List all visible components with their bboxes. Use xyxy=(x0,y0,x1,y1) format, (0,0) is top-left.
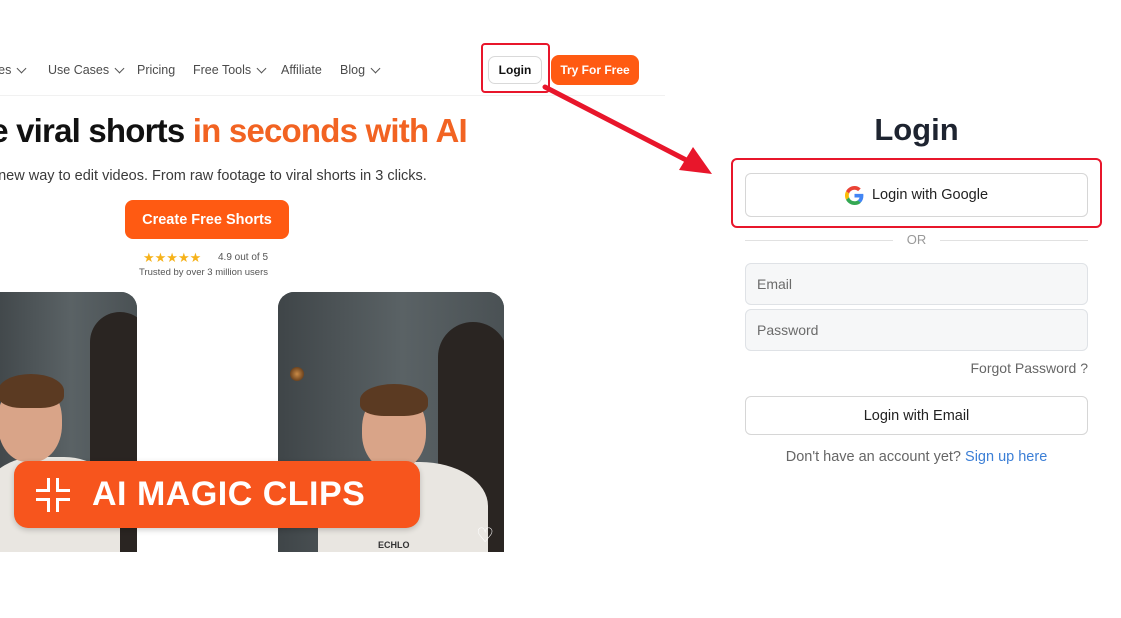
sign-up-link[interactable]: Sign up here xyxy=(965,449,1047,465)
divider-line xyxy=(940,240,1088,241)
google-logo-icon xyxy=(844,185,864,205)
forgot-password-link[interactable]: Forgot Password ? xyxy=(971,360,1089,376)
login-title: Login xyxy=(874,112,959,147)
or-divider: OR xyxy=(745,232,1088,248)
login-with-google-label: Login with Google xyxy=(871,187,989,203)
signup-prompt: Don't have an account yet? Sign up here xyxy=(745,449,1088,465)
login-with-google-button[interactable]: Login with Google xyxy=(745,173,1088,217)
email-input[interactable] xyxy=(745,263,1088,305)
password-input[interactable] xyxy=(745,309,1088,351)
signup-prompt-text: Don't have an account yet? xyxy=(785,449,961,465)
login-with-email-button[interactable]: Login with Email xyxy=(745,396,1088,435)
